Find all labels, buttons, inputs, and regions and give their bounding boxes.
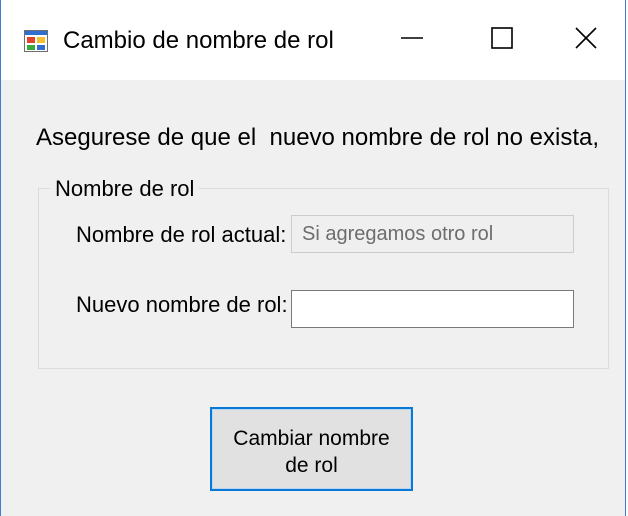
rename-role-button[interactable]: Cambiar nombre de rol — [210, 407, 413, 491]
rename-button-label-line1: Cambiar nombre — [233, 427, 390, 450]
close-icon — [574, 26, 598, 55]
groupbox-title: Nombre de rol — [50, 176, 200, 202]
current-role-label: Nombre de rol actual: — [76, 222, 287, 247]
new-role-field[interactable] — [291, 290, 574, 328]
minimize-button[interactable] — [367, 0, 457, 80]
close-button[interactable] — [547, 0, 625, 80]
form-content: Asegurese de que el nuevo nombre de rol … — [1, 80, 625, 516]
new-role-label: Nuevo nombre de rol: — [76, 292, 288, 317]
title-bar[interactable]: Cambio de nombre de rol — [1, 0, 625, 80]
form-icon — [24, 30, 48, 52]
instruction-message: Asegurese de que el nuevo nombre de rol … — [36, 124, 600, 151]
minimize-icon — [400, 26, 424, 55]
rename-button-label-line2: de rol — [285, 454, 338, 477]
maximize-button[interactable] — [457, 0, 547, 80]
maximize-icon — [490, 26, 514, 55]
rename-role-window: Cambio de nombre de rol Asegurese de que… — [0, 0, 626, 516]
window-title: Cambio de nombre de rol — [63, 27, 334, 54]
current-role-field[interactable] — [291, 215, 574, 253]
